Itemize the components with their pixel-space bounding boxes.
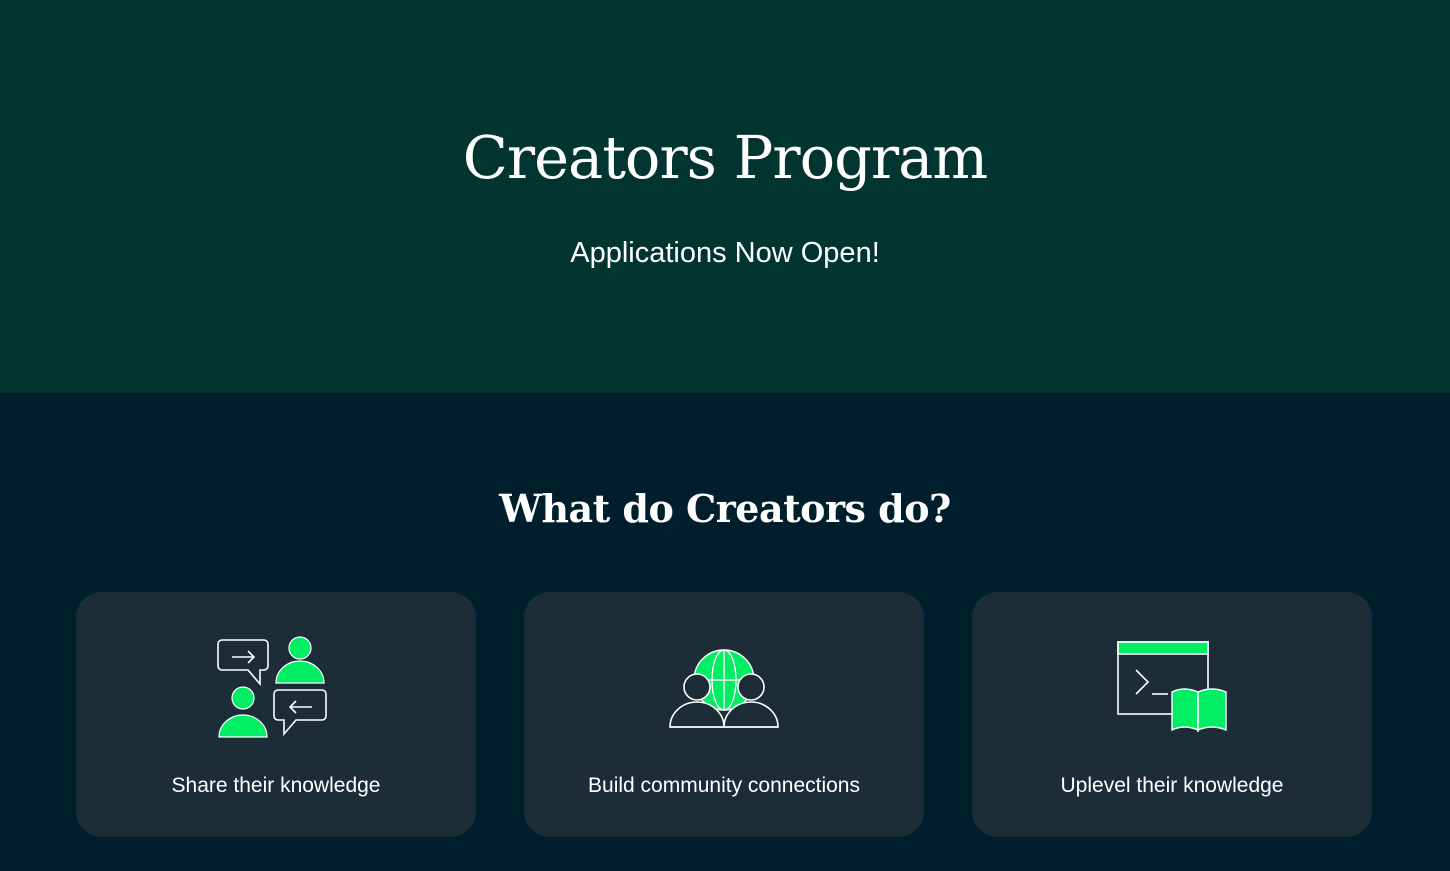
hero-banner: Creators Program Applications Now Open! xyxy=(0,0,1450,393)
card-share-knowledge: Share their knowledge xyxy=(76,592,476,837)
card-label: Share their knowledge xyxy=(171,774,381,797)
card-label: Build community connections xyxy=(588,774,860,797)
community-globe-icon xyxy=(664,632,784,742)
people-conversation-icon xyxy=(216,632,336,742)
page-title: Creators Program xyxy=(462,123,988,192)
hero-subtitle: Applications Now Open! xyxy=(570,237,880,269)
card-label: Uplevel their knowledge xyxy=(1060,774,1284,797)
terminal-book-icon xyxy=(1112,632,1232,742)
card-community-connections: Build community connections xyxy=(524,592,924,837)
card-uplevel-knowledge: Uplevel their knowledge xyxy=(972,592,1372,837)
section-title: What do Creators do? xyxy=(499,486,951,531)
